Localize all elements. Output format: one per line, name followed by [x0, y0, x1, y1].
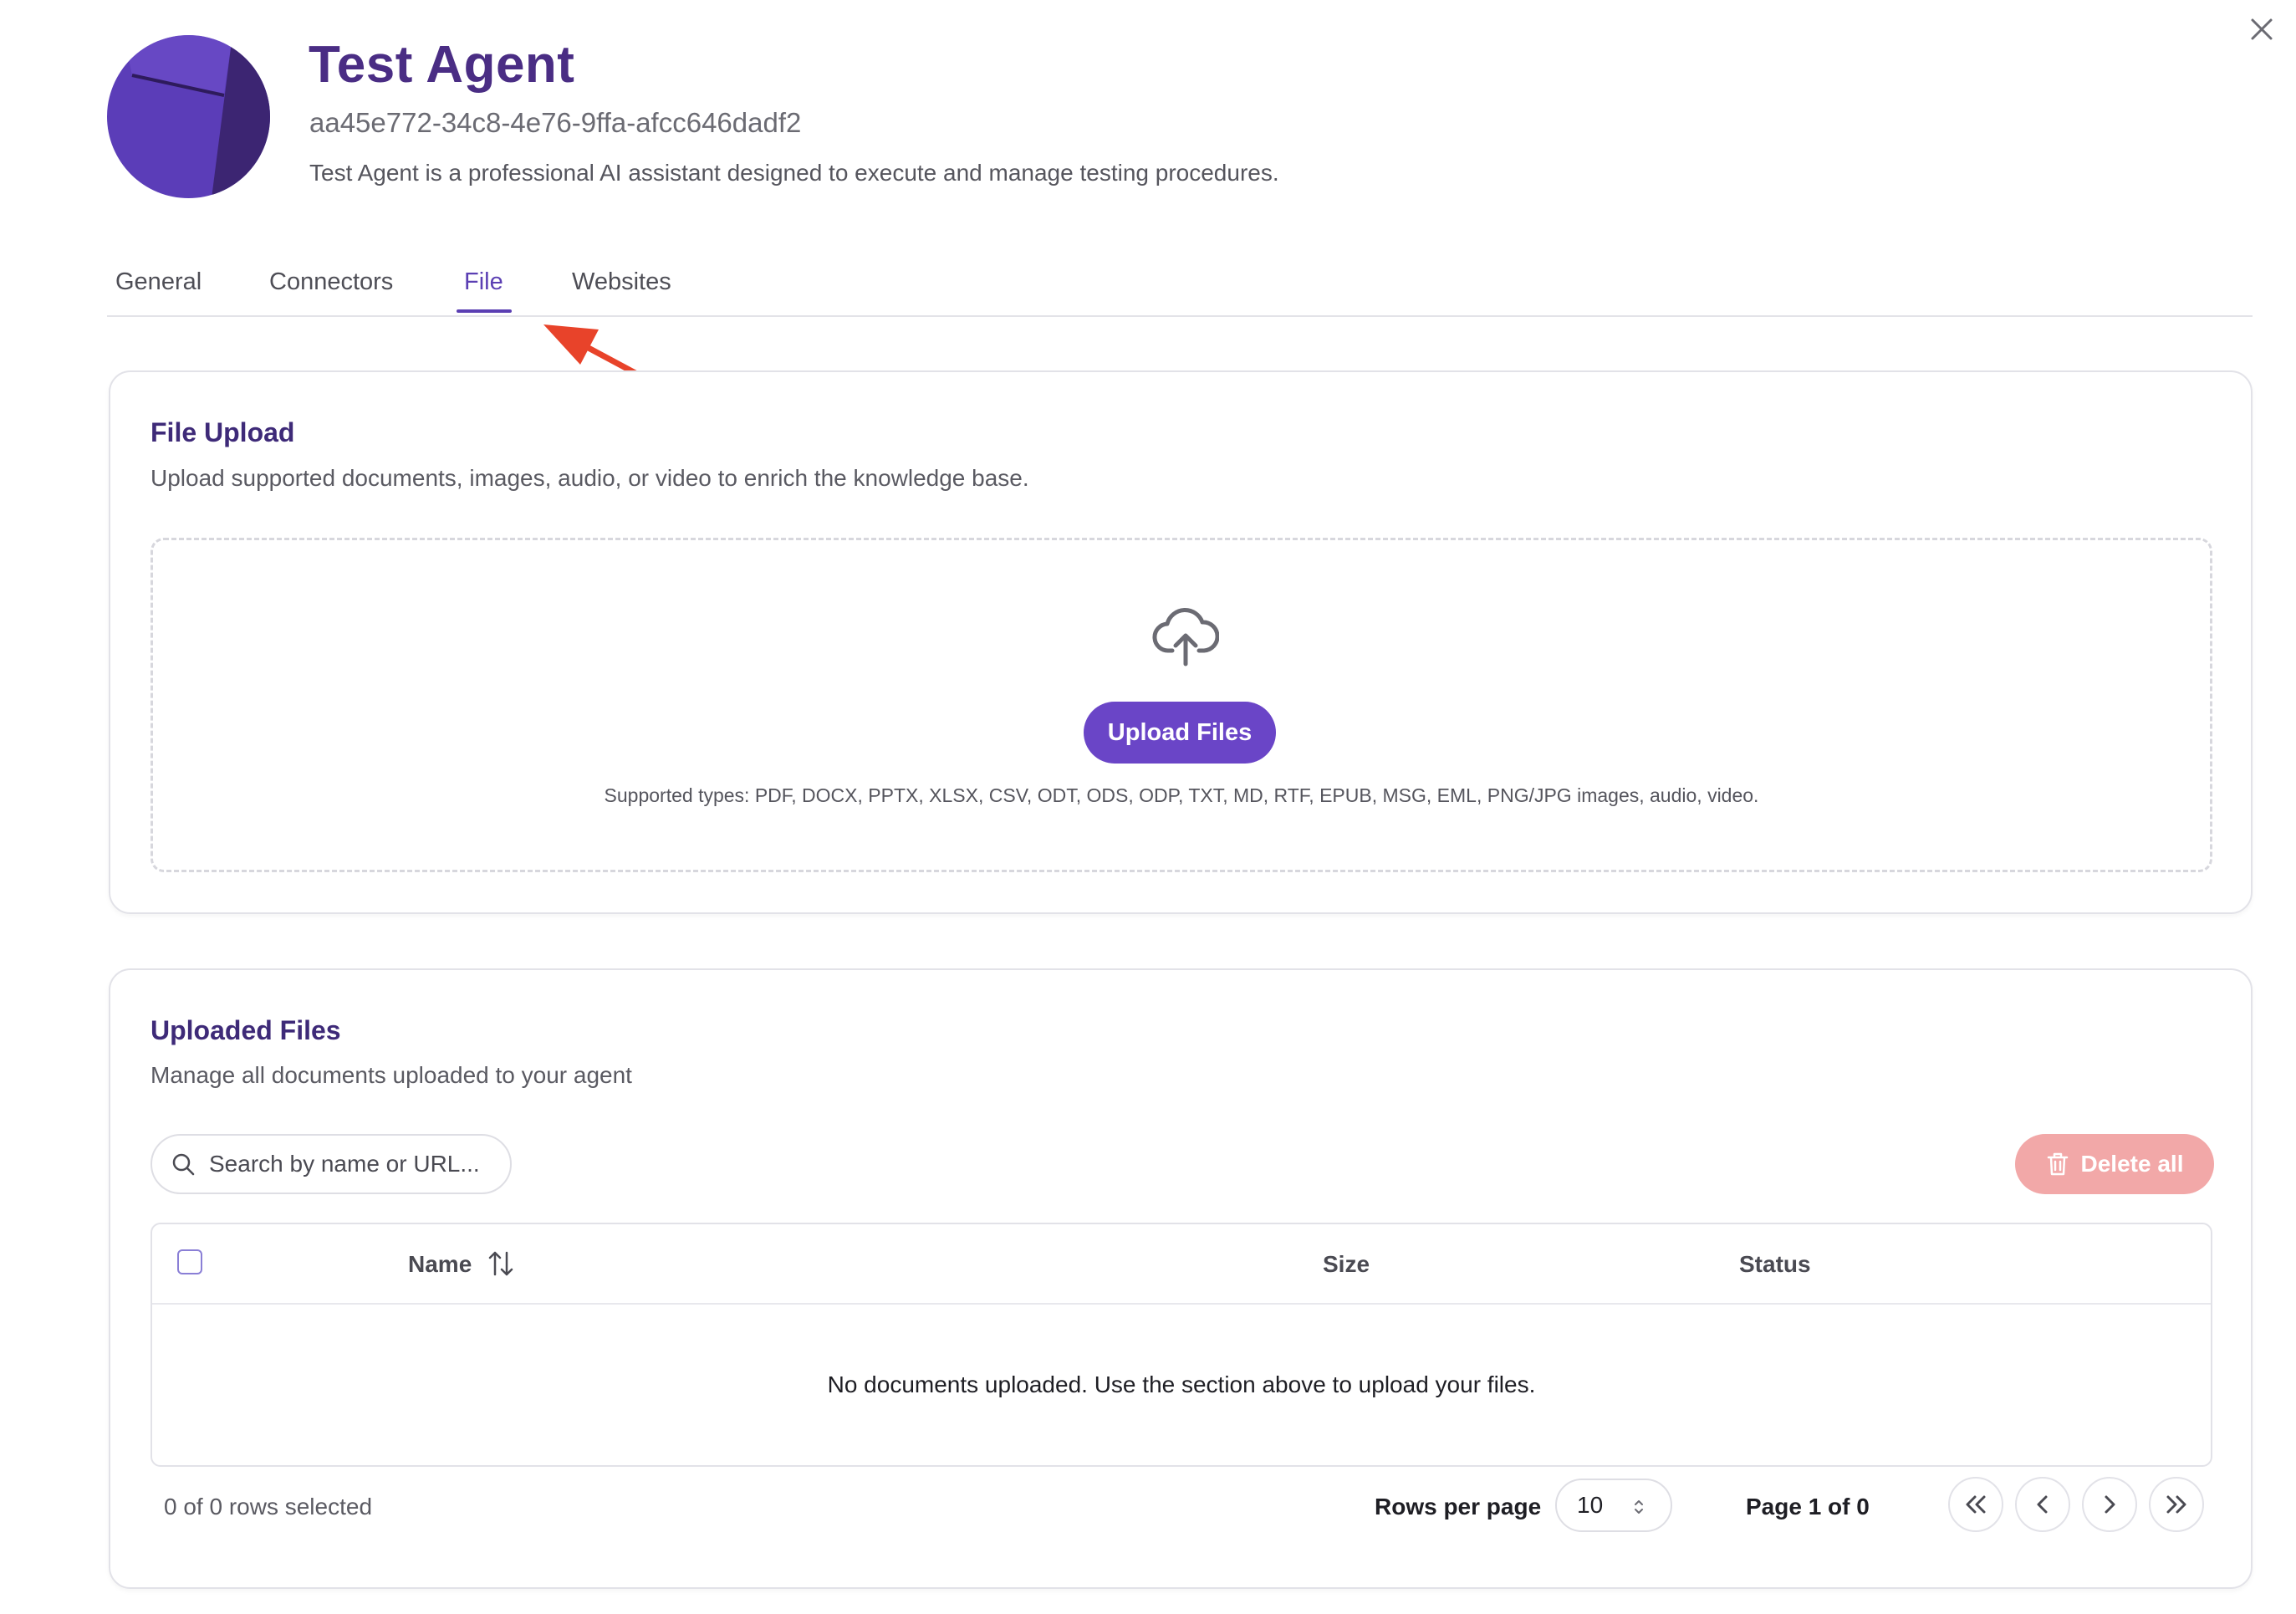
tab-connectors[interactable]: Connectors — [269, 268, 393, 311]
agent-description: Test Agent is a professional AI assistan… — [309, 160, 1279, 186]
upload-dropzone[interactable]: Upload Files Supported types: PDF, DOCX,… — [151, 538, 2212, 872]
cloud-upload-icon — [1152, 607, 1219, 667]
column-status[interactable]: Status — [1739, 1251, 1811, 1278]
delete-all-button[interactable]: Delete all — [2015, 1134, 2214, 1194]
column-name[interactable]: Name — [408, 1251, 472, 1278]
chevrons-left-icon — [1966, 1495, 1986, 1514]
supported-types-text: Supported types: PDF, DOCX, PPTX, XLSX, … — [604, 784, 1759, 806]
uploaded-files-card: Uploaded Files Manage all documents uplo… — [109, 968, 2253, 1589]
next-page-button[interactable] — [2082, 1477, 2137, 1532]
column-size[interactable]: Size — [1323, 1251, 1370, 1278]
upload-files-button[interactable]: Upload Files — [1084, 702, 1276, 764]
active-tab-indicator — [457, 309, 512, 313]
search-box — [151, 1134, 512, 1194]
select-all-checkbox[interactable] — [177, 1249, 202, 1274]
last-page-button[interactable] — [2149, 1477, 2204, 1532]
tab-websites[interactable]: Websites — [572, 268, 671, 311]
agent-name: Test Agent — [309, 36, 575, 94]
rows-per-page-label: Rows per page — [1375, 1494, 1542, 1520]
tab-general[interactable]: General — [115, 268, 202, 311]
search-icon — [172, 1153, 195, 1176]
chevrons-right-icon — [2166, 1495, 2186, 1514]
chevron-right-icon — [2105, 1495, 2115, 1514]
chevron-left-icon — [2037, 1495, 2048, 1514]
uploaded-files-subtitle: Manage all documents uploaded to your ag… — [151, 1062, 632, 1088]
rows-selected-text: 0 of 0 rows selected — [164, 1494, 373, 1520]
rows-per-page-value: 10 — [1577, 1492, 1604, 1518]
agent-id: aa45e772-34c8-4e76-9ffa-afcc646dadf2 — [309, 107, 802, 138]
file-upload-title: File Upload — [151, 417, 295, 447]
tab-file[interactable]: File — [464, 268, 503, 311]
search-input[interactable] — [209, 1151, 493, 1177]
file-upload-subtitle: Upload supported documents, images, audi… — [151, 465, 1029, 491]
page-indicator: Page 1 of 0 — [1746, 1494, 1870, 1520]
rows-per-page-select[interactable]: 10 — [1555, 1479, 1672, 1532]
agent-avatar — [107, 35, 270, 198]
table-header: Name Size Status — [152, 1224, 2211, 1305]
close-icon — [2251, 18, 2273, 40]
chevron-up-down-icon — [1635, 1500, 1643, 1514]
previous-page-button[interactable] — [2015, 1477, 2070, 1532]
uploaded-files-title: Uploaded Files — [151, 1015, 341, 1045]
trash-icon — [2047, 1152, 2068, 1176]
empty-table-message: No documents uploaded. Use the section a… — [827, 1371, 1536, 1397]
close-button[interactable] — [2241, 8, 2283, 50]
files-table: Name Size Status No documents uploaded. … — [151, 1223, 2212, 1467]
sort-icon[interactable] — [488, 1249, 513, 1278]
first-page-button[interactable] — [1948, 1477, 2003, 1532]
tab-bar: General Connectors File Websites — [107, 262, 2253, 317]
file-upload-card: File Upload Upload supported documents, … — [109, 370, 2253, 914]
delete-all-label: Delete all — [2080, 1151, 2184, 1177]
